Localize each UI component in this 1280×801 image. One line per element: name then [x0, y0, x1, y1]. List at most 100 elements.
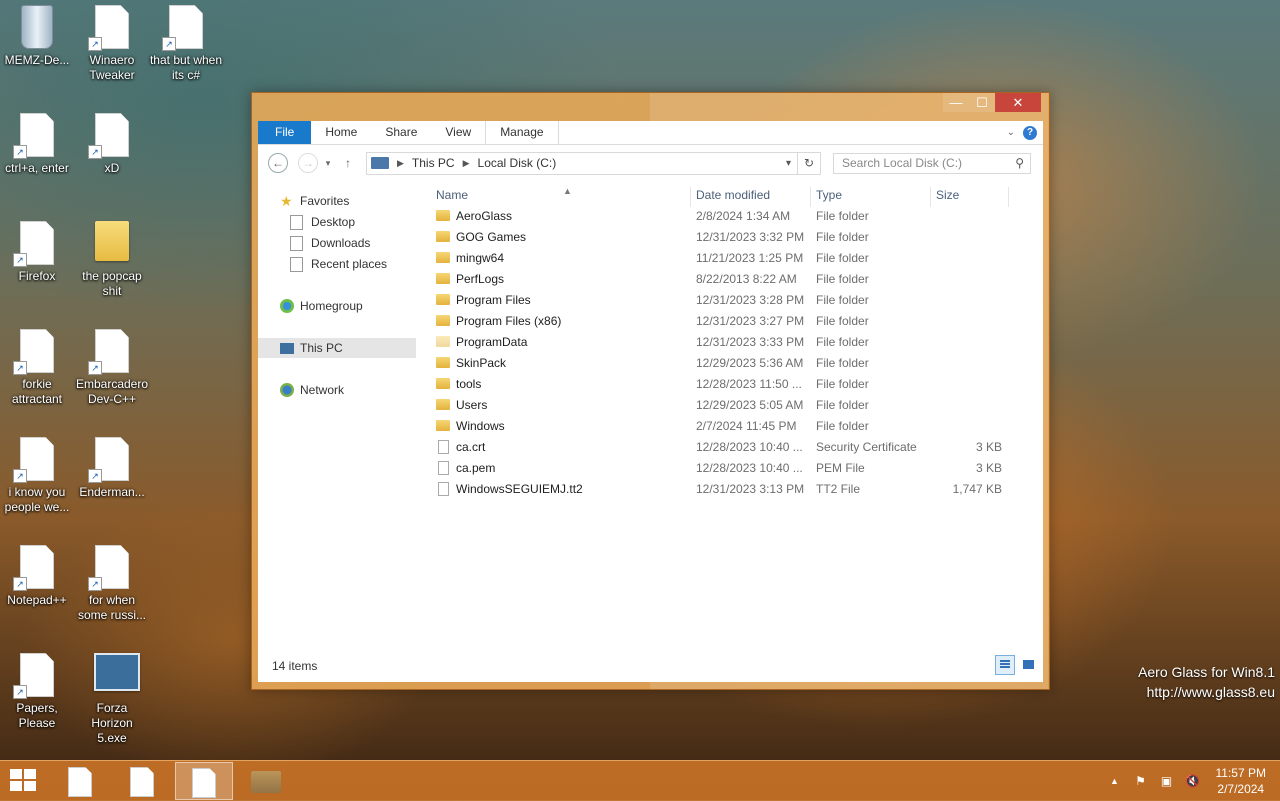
sidebar-item-desktop[interactable]: Desktop [290, 212, 355, 232]
file-explorer-window[interactable]: — ☐ ✕ File Home Share View Manage ⌄ ? ← … [251, 92, 1050, 690]
tab-file[interactable]: File [258, 121, 312, 144]
file-row[interactable]: ca.crt 12/28/2023 10:40 ... Security Certi… [428, 437, 1028, 458]
sidebar-item-recent-places[interactable]: Recent places [290, 254, 387, 274]
column-header-type[interactable]: Type [816, 188, 842, 206]
file-type: File folder [816, 356, 869, 370]
desktop-icon-popcap[interactable]: the popcap shit [75, 221, 149, 299]
desktop-icon-ctrl-a[interactable]: ↗ ctrl+a, enter [0, 113, 74, 176]
close-button[interactable]: ✕ [995, 93, 1041, 112]
forward-button[interactable]: → [298, 153, 318, 173]
start-button[interactable] [10, 769, 40, 793]
clock[interactable]: 11:57 PM 2/7/2024 [1216, 765, 1266, 797]
large-icons-view-button[interactable] [1018, 655, 1038, 675]
column-divider[interactable] [810, 187, 811, 207]
expand-ribbon-icon[interactable]: ⌄ [1007, 127, 1015, 138]
column-divider[interactable] [690, 187, 691, 207]
refresh-button[interactable]: ↻ [798, 151, 821, 175]
file-row[interactable]: AeroGlass 2/8/2024 1:34 AM File folder [428, 206, 1028, 227]
explorer-body: ★ Favorites Desktop Downloads Recent pla… [258, 181, 1043, 682]
file-name: AeroGlass [456, 209, 513, 223]
tab-home[interactable]: Home [311, 121, 371, 144]
desktop-icon-winaero[interactable]: ↗ Winaero Tweaker [75, 5, 149, 83]
taskbar-item-document-3[interactable] [175, 762, 233, 800]
desktop-icon-enderman[interactable]: ↗ Enderman... [75, 437, 149, 500]
desktop-icon-forkie[interactable]: ↗ forkie attractant [0, 329, 74, 407]
file-row[interactable]: Windows 2/7/2024 11:45 PM File folder [428, 416, 1028, 437]
file-row[interactable]: PerfLogs 8/22/2013 8:22 AM File folder [428, 269, 1028, 290]
minimize-button[interactable]: — [943, 93, 969, 112]
folder-icon [436, 252, 450, 263]
recycle-bin-icon [21, 5, 53, 49]
desktop-icon-label: Forza Horizon 5.exe [91, 701, 133, 745]
column-header-size[interactable]: Size [936, 188, 959, 206]
windows-logo-pane [10, 769, 22, 779]
file-date-modified: 12/28/2023 10:40 ... [696, 461, 803, 475]
taskbar-item-document-2[interactable] [113, 762, 171, 800]
windows-logo-pane [10, 781, 22, 791]
file-row[interactable]: ca.pem 12/28/2023 10:40 ... PEM File 3 KB [428, 458, 1028, 479]
desktop-icon-embarcadero[interactable]: ↗ Embarcadero Dev-C++ [75, 329, 149, 407]
column-divider[interactable] [930, 187, 931, 207]
desktop-icon-image: ↗ [13, 545, 55, 591]
help-icon[interactable]: ? [1023, 125, 1037, 140]
desktop-icon-i-know[interactable]: ↗ i know you people we... [0, 437, 74, 515]
network-icon[interactable]: ▣ [1159, 773, 1175, 789]
sidebar-item-homegroup[interactable]: Homegroup [280, 296, 363, 316]
ribbon-tabs: File Home Share View Manage ⌄ ? [258, 121, 1043, 145]
tab-view[interactable]: View [431, 121, 485, 144]
show-hidden-icon[interactable]: ▲ [1107, 773, 1123, 789]
search-input[interactable]: Search Local Disk (C:) ⚲ [833, 152, 1031, 174]
desktop-icon-notepadpp[interactable]: ↗ Notepad++ [0, 545, 74, 608]
sidebar-item-this-pc[interactable]: This PC [258, 338, 416, 358]
desktop-icon-papers[interactable]: ↗ Papers, Please [0, 653, 74, 731]
ribbon-right: ⌄ ? [1007, 121, 1043, 144]
back-button[interactable]: ← [268, 153, 288, 173]
column-header-name[interactable]: Name ▲ [436, 186, 572, 206]
sidebar-item-network[interactable]: Network [280, 380, 344, 400]
desktop-icon-label: the popcap shit [82, 269, 142, 298]
file-row[interactable]: tools 12/28/2023 11:50 ... File folder [428, 374, 1028, 395]
volume-muted-icon[interactable]: 🔇 [1185, 773, 1201, 789]
action-center-flag-icon[interactable]: ⚑ [1133, 773, 1149, 789]
address-bar[interactable]: ▶ This PC ▶ Local Disk (C:) ▾ [366, 151, 798, 175]
file-row[interactable]: GOG Games 12/31/2023 3:32 PM File folder [428, 227, 1028, 248]
address-dropdown-icon[interactable]: ▾ [786, 158, 791, 169]
taskbar-item-file-explorer[interactable] [237, 762, 295, 800]
desktop-icon-firefox[interactable]: ↗ Firefox [0, 221, 74, 284]
sidebar-item-favorites[interactable]: ★ Favorites [280, 191, 349, 211]
desktop-icon-that-but[interactable]: ↗ that but when its c# [149, 5, 223, 83]
file-row[interactable]: Program Files 12/31/2023 3:28 PM File fold… [428, 290, 1028, 311]
tab-share[interactable]: Share [371, 121, 431, 144]
file-name: ca.crt [456, 440, 486, 454]
file-type: File folder [816, 230, 869, 244]
file-row[interactable]: Users 12/29/2023 5:05 AM File folder [428, 395, 1028, 416]
large-icons-view-icon [1022, 660, 1034, 669]
file-row[interactable]: ProgramData 12/31/2023 3:33 PM File folder [428, 332, 1028, 353]
shortcut-arrow-icon: ↗ [13, 469, 27, 483]
file-row[interactable]: Program Files (x86) 12/31/2023 3:27 PM Fil… [428, 311, 1028, 332]
desktop-icon-label: xD [104, 161, 120, 175]
breadcrumb-this-pc[interactable]: This PC [412, 156, 455, 170]
file-row[interactable]: mingw64 11/21/2023 1:25 PM File folder [428, 248, 1028, 269]
taskbar-item-document-1[interactable] [51, 762, 109, 800]
file-type: File folder [816, 398, 869, 412]
file-explorer-icon [251, 771, 281, 793]
search-icon[interactable]: ⚲ [1015, 156, 1024, 170]
sidebar-item-downloads[interactable]: Downloads [290, 233, 370, 253]
maximize-button[interactable]: ☐ [969, 93, 995, 112]
desktop-icon-forza[interactable]: Forza Horizon 5.exe [75, 653, 149, 746]
details-view-button[interactable] [995, 655, 1015, 675]
file-row[interactable]: SkinPack 12/29/2023 5:36 AM File folder [428, 353, 1028, 374]
column-divider[interactable] [1008, 187, 1009, 207]
column-header-date[interactable]: Date modified [696, 188, 770, 206]
file-row[interactable]: WindowsSEGUIEMJ.tt2 12/31/2023 3:13 PM TT2… [428, 479, 1028, 500]
up-button[interactable]: ↑ [338, 153, 358, 173]
recent-locations-icon[interactable]: ▾ [318, 153, 338, 173]
desktop-icon-recycle-bin[interactable]: MEMZ-De... [0, 5, 74, 68]
taskbar: ▲ ⚑ ▣ 🔇 11:57 PM 2/7/2024 [0, 760, 1280, 801]
tab-manage[interactable]: Manage [485, 121, 559, 144]
breadcrumb-local-disk[interactable]: Local Disk (C:) [478, 156, 557, 170]
homegroup-icon [280, 299, 294, 313]
desktop-icon-for-when[interactable]: ↗ for when some russi... [75, 545, 149, 623]
desktop-icon-xd[interactable]: ↗ xD [75, 113, 149, 176]
